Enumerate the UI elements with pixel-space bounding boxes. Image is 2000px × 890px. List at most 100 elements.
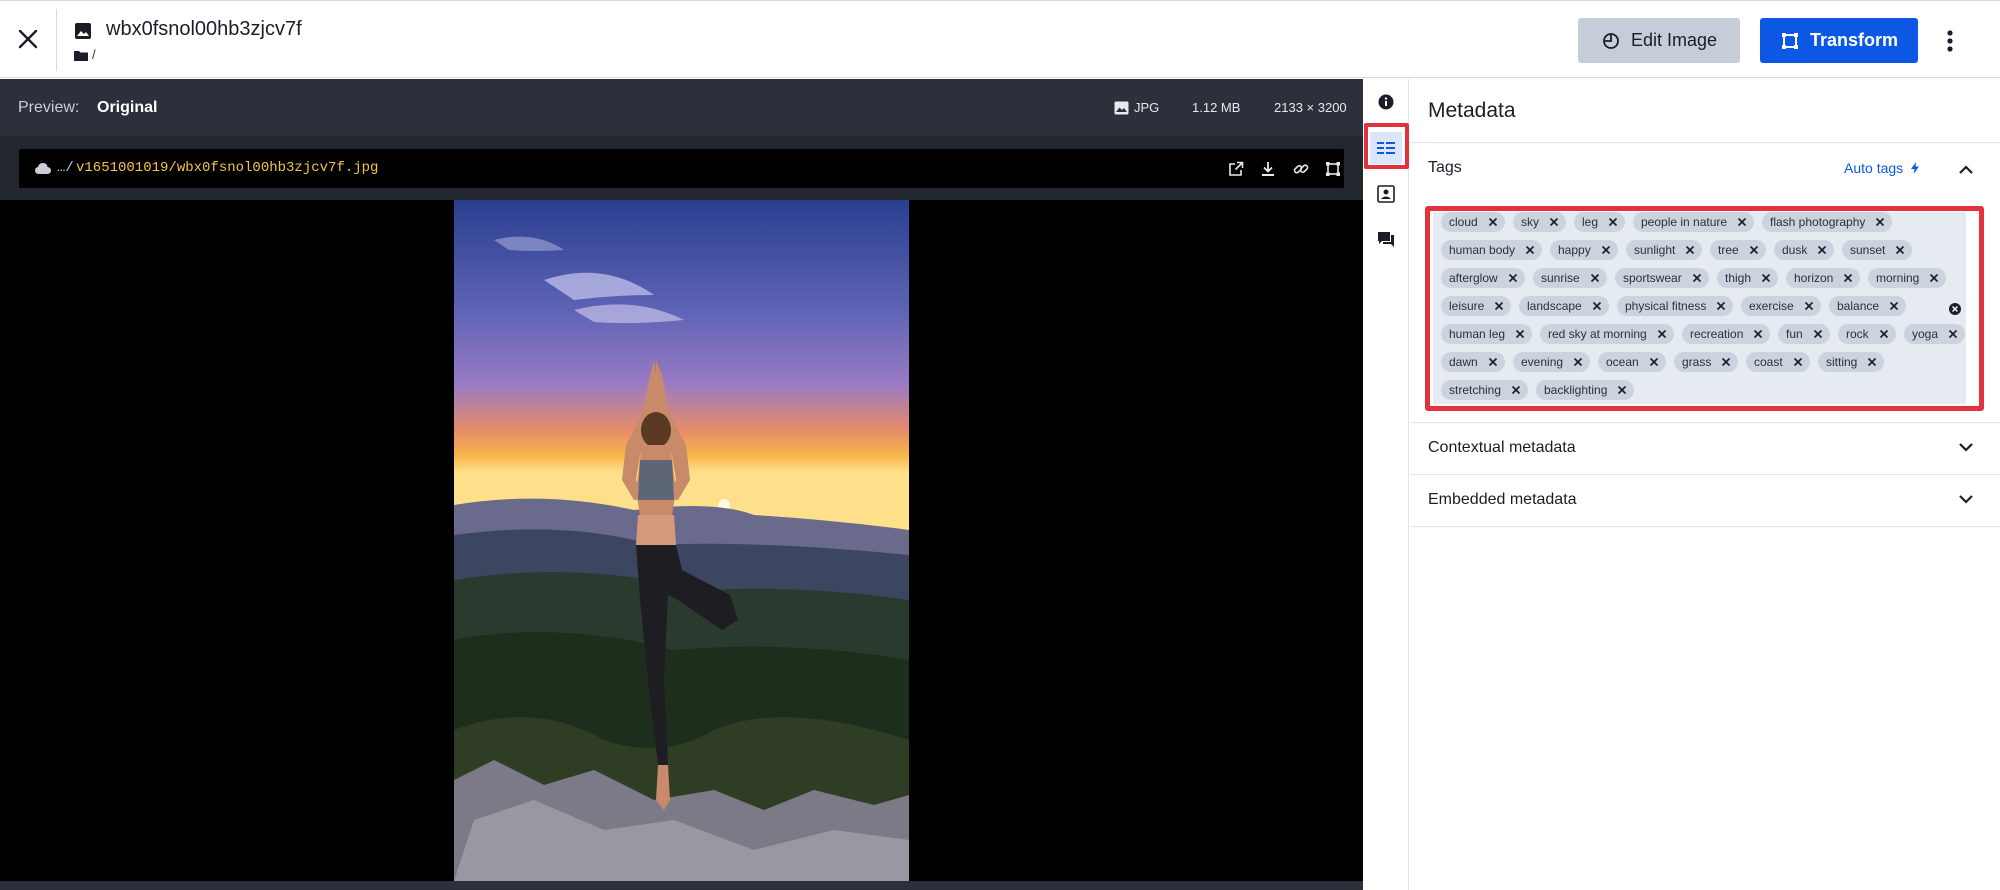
tag-chip[interactable]: human leg [1441,324,1533,344]
tag-chip[interactable]: rock [1838,324,1896,344]
remove-tag-icon[interactable] [1715,300,1727,312]
remove-tag-icon[interactable] [1748,244,1760,256]
tag-chip[interactable]: balance [1829,296,1907,316]
rail-metadata-button[interactable] [1370,132,1402,164]
tag-chip[interactable]: ocean [1598,352,1666,372]
tag-label: sunlight [1634,243,1676,257]
tag-chip[interactable]: horizon [1786,268,1861,288]
remove-tag-icon[interactable] [1684,244,1696,256]
remove-tag-icon[interactable] [1548,216,1560,228]
embedded-metadata-title[interactable]: Embedded metadata [1428,491,1577,509]
remove-tag-icon[interactable] [1894,244,1906,256]
remove-tag-icon[interactable] [1656,328,1668,340]
tags-section-title[interactable]: Tags [1428,159,1462,177]
tag-chip[interactable]: exercise [1741,296,1821,316]
remove-tag-icon[interactable] [1616,384,1628,396]
remove-tag-icon[interactable] [1752,328,1764,340]
transform-button[interactable]: Transform [1760,18,1918,63]
panel-divider [1410,422,2000,423]
preview-image[interactable] [454,200,909,881]
rail-comments-button[interactable] [1370,224,1402,256]
tags-input[interactable]: cloud sky leg people in nature flash photogr… [1433,212,1966,404]
tag-chip[interactable]: sky [1513,212,1566,232]
remove-tag-icon[interactable] [1792,356,1804,368]
tag-chip[interactable]: dusk [1774,240,1835,260]
remove-tag-icon[interactable] [1928,272,1940,284]
tag-chip[interactable]: evening [1513,352,1591,372]
auto-tags-button[interactable]: Auto tags [1844,160,1920,176]
remove-tag-icon[interactable] [1591,300,1603,312]
remove-tag-icon[interactable] [1514,328,1526,340]
remove-tag-icon[interactable] [1812,328,1824,340]
remove-tag-icon[interactable] [1691,272,1703,284]
download-button[interactable] [1258,159,1278,179]
tag-chip[interactable]: thigh [1717,268,1779,288]
contextual-expand-button[interactable] [1956,437,1976,457]
remove-tag-icon[interactable] [1487,216,1499,228]
tag-chip[interactable]: tree [1710,240,1766,260]
tag-chip[interactable]: cloud [1441,212,1505,232]
tags-collapse-button[interactable] [1956,159,1976,179]
tag-chip[interactable]: dawn [1441,352,1505,372]
clear-tags-icon[interactable] [1948,302,1962,316]
folder-path[interactable]: / [92,47,96,62]
tag-chip[interactable]: recreation [1682,324,1771,344]
tag-chip[interactable]: morning [1868,268,1947,288]
remove-tag-icon[interactable] [1607,216,1619,228]
remove-tag-icon[interactable] [1493,300,1505,312]
tag-chip[interactable]: sportswear [1615,268,1709,288]
tag-chip[interactable]: physical fitness [1617,296,1734,316]
remove-tag-icon[interactable] [1842,272,1854,284]
remove-tag-icon[interactable] [1878,328,1890,340]
remove-tag-icon[interactable] [1589,272,1601,284]
tag-chip[interactable]: people in nature [1633,212,1755,232]
remove-tag-icon[interactable] [1888,300,1900,312]
remove-tag-icon[interactable] [1507,272,1519,284]
tag-chip[interactable]: afterglow [1441,268,1525,288]
tag-chip[interactable]: leisure [1441,296,1512,316]
rail-faces-button[interactable] [1370,178,1402,210]
tag-chip[interactable]: red sky at morning [1540,324,1674,344]
tag-chip[interactable]: backlighting [1536,380,1635,400]
asset-url[interactable]: v1651001019/wbx0fsnol00hb3zjcv7f.jpg [76,160,378,176]
tag-chip[interactable]: sunset [1842,240,1913,260]
tag-chip[interactable]: grass [1674,352,1739,372]
tag-chip[interactable]: happy [1550,240,1618,260]
edit-image-button[interactable]: Edit Image [1578,18,1740,63]
preview-mode-select[interactable]: Original [97,99,157,117]
tag-chip[interactable]: sitting [1818,352,1885,372]
remove-tag-icon[interactable] [1720,356,1732,368]
remove-tag-icon[interactable] [1524,244,1536,256]
rail-info-button[interactable] [1370,86,1402,118]
tag-chip[interactable]: flash photography [1762,212,1893,232]
remove-tag-icon[interactable] [1760,272,1772,284]
tag-chip[interactable]: stretching [1441,380,1529,400]
more-options-button[interactable] [1938,23,1962,59]
remove-tag-icon[interactable] [1866,356,1878,368]
remove-tag-icon[interactable] [1736,216,1748,228]
tag-chip[interactable]: leg [1574,212,1626,232]
tag-chip[interactable]: coast [1746,352,1810,372]
remove-tag-icon[interactable] [1803,300,1815,312]
remove-tag-icon[interactable] [1648,356,1660,368]
embedded-expand-button[interactable] [1956,489,1976,509]
remove-tag-icon[interactable] [1510,384,1522,396]
remove-tag-icon[interactable] [1947,328,1959,340]
remove-tag-icon[interactable] [1572,356,1584,368]
open-in-new-button[interactable] [1226,159,1246,179]
remove-tag-icon[interactable] [1874,216,1886,228]
transform-url-button[interactable] [1323,159,1343,179]
remove-tag-icon[interactable] [1487,356,1499,368]
tag-label: sunset [1850,243,1886,257]
contextual-metadata-title[interactable]: Contextual metadata [1428,439,1576,457]
close-button[interactable] [10,21,46,57]
tag-chip[interactable]: landscape [1519,296,1609,316]
tag-chip[interactable]: sunrise [1533,268,1607,288]
remove-tag-icon[interactable] [1816,244,1828,256]
tag-chip[interactable]: human body [1441,240,1543,260]
tag-chip[interactable]: sunlight [1626,240,1703,260]
tag-chip[interactable]: fun [1778,324,1830,344]
copy-link-button[interactable] [1291,159,1311,179]
remove-tag-icon[interactable] [1600,244,1612,256]
tag-chip[interactable]: yoga [1904,324,1966,344]
